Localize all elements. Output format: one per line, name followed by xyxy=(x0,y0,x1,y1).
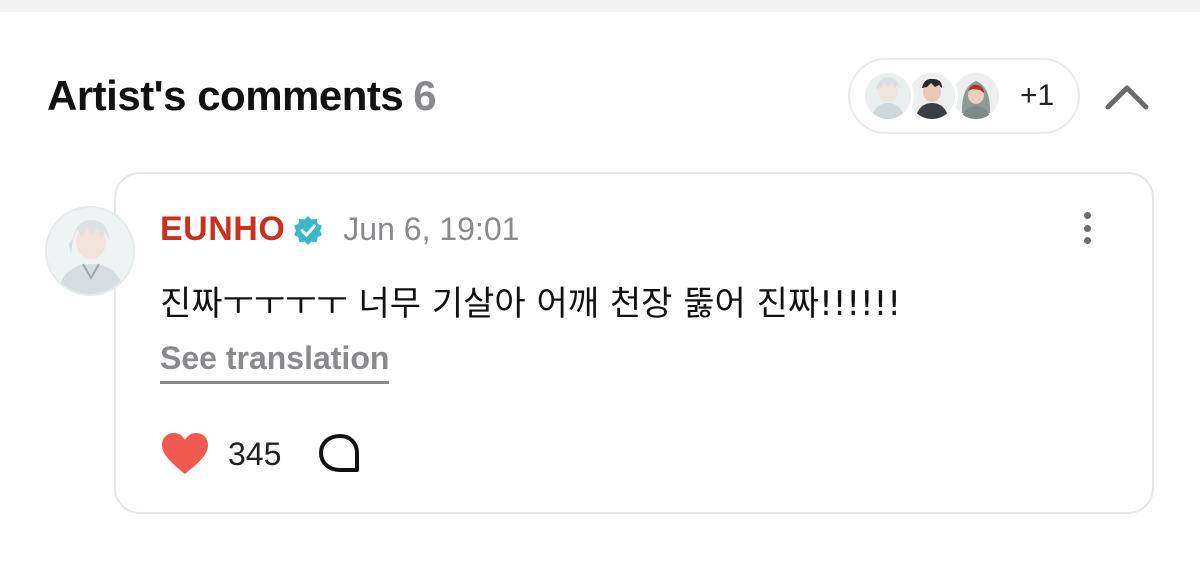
section-title: Artist's comments 6 xyxy=(47,72,437,120)
reply-bubble-icon xyxy=(319,434,360,472)
like-button[interactable] xyxy=(160,432,210,476)
more-options-button[interactable] xyxy=(1072,208,1102,248)
comment-author[interactable]: EUNHO xyxy=(160,210,285,249)
comment-body: 진짜ㅜㅜㅜㅜ 너무 기살아 어깨 천장 뚫어 진짜!!!!!! xyxy=(160,284,901,324)
more-artists-count: +1 xyxy=(1020,79,1055,112)
see-translation-link[interactable]: See translation xyxy=(160,340,390,384)
collapse-button[interactable] xyxy=(1102,76,1152,116)
comment-actions: 345 xyxy=(160,432,363,476)
chevron-up-icon xyxy=(1105,85,1149,110)
top-divider-strip xyxy=(0,0,1200,12)
reply-button[interactable] xyxy=(317,432,363,476)
author-avatar[interactable] xyxy=(45,206,135,296)
more-vertical-icon xyxy=(1083,212,1091,219)
comment-count: 6 xyxy=(413,72,437,119)
comment-header: EUNHO Jun 6, 19:01 xyxy=(160,210,519,249)
comment-card: EUNHO Jun 6, 19:01 진짜ㅜㅜㅜㅜ 너무 기살아 어깨 천장 뚫… xyxy=(114,172,1154,514)
section-title-text: Artist's comments xyxy=(47,72,404,119)
artist-avatar xyxy=(862,70,914,122)
author-avatar-image xyxy=(47,208,133,294)
heart-icon xyxy=(162,433,208,474)
like-count: 345 xyxy=(228,435,282,472)
verified-badge-icon xyxy=(293,215,323,245)
comment-timestamp: Jun 6, 19:01 xyxy=(343,211,520,247)
artists-avatar-group[interactable]: +1 xyxy=(848,58,1080,134)
